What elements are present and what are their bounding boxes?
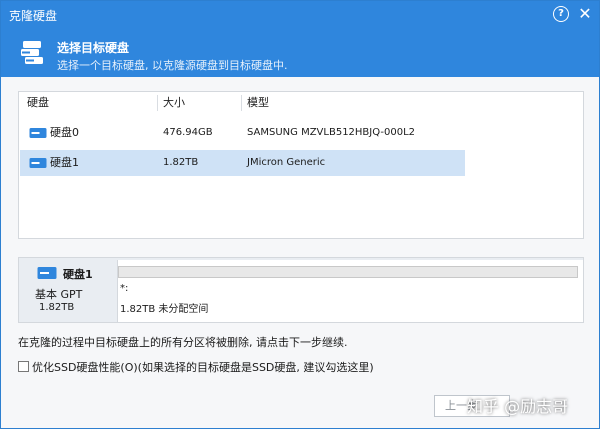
column-separator	[157, 95, 158, 111]
optimize-ssd-checkbox[interactable]	[18, 361, 29, 372]
header-title: 选择目标硬盘	[57, 41, 130, 55]
disk-stack-icon	[21, 41, 43, 64]
disk-icon	[37, 267, 57, 279]
disk-name: 硬盘0	[50, 126, 79, 139]
optimize-ssd-label[interactable]: 优化SSD硬盘性能(O)(如果选择的目标硬盘是SSD硬盘, 建议勾选这里)	[32, 361, 374, 374]
selected-disk-type: 基本 GPT	[35, 288, 83, 301]
header-subtitle: 选择一个目标硬盘, 以克隆源硬盘到目标硬盘中.	[57, 59, 288, 72]
disk-size: 476.94GB	[163, 127, 213, 138]
column-separator	[241, 95, 242, 111]
disk-model: JMicron Generic	[247, 157, 326, 168]
column-header-disk[interactable]: 硬盘	[27, 92, 49, 114]
disk-icon	[29, 128, 47, 138]
optimize-ssd-option[interactable]: 优化SSD硬盘性能(O)(如果选择的目标硬盘是SSD硬盘, 建议勾选这里)	[18, 359, 374, 375]
header-banner: 选择目标硬盘 选择一个目标硬盘, 以克隆源硬盘到目标硬盘中.	[1, 29, 599, 77]
table-row[interactable]: 硬盘0 476.94GB SAMSUNG MZVLB512HBJQ-000L2	[20, 120, 465, 146]
close-icon[interactable]: ✕	[577, 6, 593, 22]
disk-model: SAMSUNG MZVLB512HBJQ-000L2	[247, 127, 416, 138]
selected-disk-name: 硬盘1	[63, 268, 93, 281]
warning-text: 在克隆的过程中目标硬盘上的所有分区将被删除, 请点击下一步继续.	[18, 336, 348, 349]
selected-disk-panel: 硬盘1 基本 GPT 1.82TB *: 1.82TB 未分配空间	[18, 257, 584, 323]
clone-disk-window: 克隆硬盘 ? ✕ 选择目标硬盘 选择一个目标硬盘, 以克隆源硬盘到目标硬盘中. …	[0, 0, 600, 429]
partition-label: *:	[120, 283, 129, 294]
column-header-size[interactable]: 大小	[163, 92, 185, 114]
column-header-model[interactable]: 模型	[247, 92, 269, 114]
disk-name: 硬盘1	[50, 156, 79, 169]
table-row[interactable]: 硬盘1 1.82TB JMicron Generic	[20, 150, 465, 176]
disk-icon	[29, 158, 47, 168]
partition-bar[interactable]	[118, 266, 578, 278]
title-bar: 克隆硬盘 ? ✕	[1, 1, 599, 29]
disk-size: 1.82TB	[163, 157, 199, 168]
partition-description: 1.82TB 未分配空间	[120, 304, 209, 315]
partition-map: *: 1.82TB 未分配空间	[117, 260, 583, 322]
selected-disk-size: 1.82TB	[39, 302, 75, 313]
watermark: 知乎 @励志哥	[467, 397, 569, 416]
window-title: 克隆硬盘	[9, 9, 58, 23]
disk-table: 硬盘 大小 模型 硬盘0 476.94GB SAMSUNG MZVLB512HB…	[18, 91, 584, 239]
help-icon[interactable]: ?	[553, 6, 569, 22]
